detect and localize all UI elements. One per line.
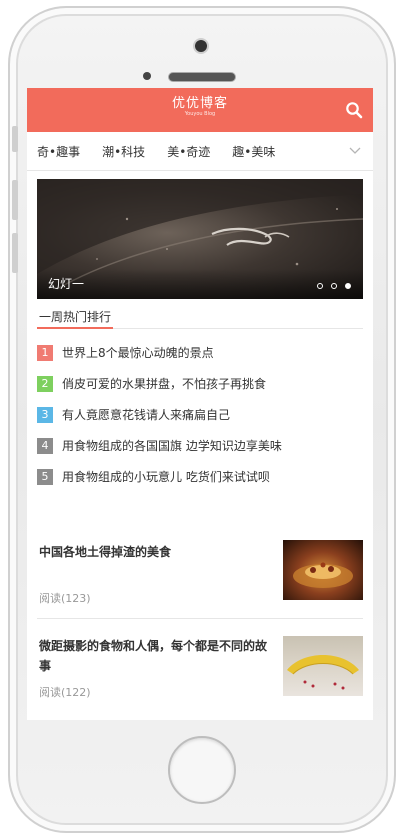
caption-overlay — [37, 269, 363, 299]
article-thumbnail[interactable] — [283, 540, 363, 600]
slide-caption: 幻灯一 — [48, 277, 85, 291]
rank-badge: 4 — [37, 437, 53, 454]
article-thumbnail[interactable] — [283, 636, 363, 696]
front-camera — [195, 40, 207, 52]
article-title[interactable]: 微距摄影的食物和人偶，每个都是不同的故事 — [39, 636, 269, 676]
chevron-down-icon[interactable] — [349, 144, 361, 156]
category-nav: 奇•趣事 潮•科技 美•奇迹 趣•美味 — [27, 132, 373, 171]
slider-dot[interactable] — [317, 283, 323, 289]
ranking-item[interactable]: 3 有人竟愿意花钱请人来痛扁自己 — [37, 399, 363, 430]
ranking-list: 1 世界上8个最惊心动魄的景点 2 俏皮可爱的水果拼盘，不怕孩子再挑食 3 有人… — [37, 337, 363, 492]
slider-dot-active[interactable] — [345, 283, 351, 289]
thumbnail-image — [287, 655, 359, 690]
app-screen: 优优博客 Youyou Blog 奇•趣事 潮•科技 美•奇迹 趣•美味 幻灯一… — [27, 88, 373, 720]
volume-up-button — [12, 180, 18, 220]
rank-badge: 3 — [37, 406, 53, 423]
search-icon[interactable] — [345, 101, 363, 119]
logo-subtitle: Youyou Blog — [184, 111, 216, 117]
rank-badge: 2 — [37, 375, 53, 392]
rank-badge: 5 — [37, 468, 53, 485]
blog-logo[interactable]: 优优博客 Youyou Blog — [27, 96, 373, 118]
ranking-item[interactable]: 4 用食物组成的各国国旗 边学知识边享美味 — [37, 430, 363, 461]
category-tab[interactable]: 奇•趣事 — [37, 143, 80, 160]
earpiece-speaker — [168, 72, 236, 82]
thumbnail-image — [293, 562, 353, 588]
top-bar: 优优博客 Youyou Blog — [27, 88, 373, 132]
category-tab[interactable]: 潮•科技 — [102, 143, 145, 160]
ranking-link[interactable]: 世界上8个最惊心动魄的景点 — [62, 344, 214, 361]
read-count: 阅读(123) — [39, 592, 91, 605]
mute-switch — [12, 126, 18, 152]
ranking-link[interactable]: 有人竟愿意花钱请人来痛扁自己 — [62, 406, 230, 423]
rank-badge: 1 — [37, 344, 53, 361]
ranking-item[interactable]: 2 俏皮可爱的水果拼盘，不怕孩子再挑食 — [37, 368, 363, 399]
section-header: 一周热门排行 — [37, 306, 363, 329]
hot-ranking: 一周热门排行 1 世界上8个最惊心动魄的景点 2 俏皮可爱的水果拼盘，不怕孩子再… — [37, 306, 363, 492]
ranking-item[interactable]: 1 世界上8个最惊心动魄的景点 — [37, 337, 363, 368]
slider-dots — [317, 283, 351, 289]
article-title[interactable]: 中国各地土得掉渣的美食 — [39, 542, 269, 562]
category-tab[interactable]: 趣•美味 — [232, 143, 275, 160]
article-card[interactable]: 中国各地土得掉渣的美食 阅读(123) — [37, 534, 363, 619]
volume-down-button — [12, 233, 18, 273]
home-button[interactable] — [168, 736, 236, 804]
ranking-link[interactable]: 用食物组成的小玩意儿 吃货们来试试呗 — [62, 468, 270, 485]
category-tab[interactable]: 美•奇迹 — [167, 143, 210, 160]
ranking-link[interactable]: 用食物组成的各国国旗 边学知识边享美味 — [62, 437, 282, 454]
section-title: 一周热门排行 — [37, 307, 114, 329]
proximity-sensor — [143, 72, 151, 80]
article-card[interactable]: 微距摄影的食物和人偶，每个都是不同的故事 阅读(122) — [37, 628, 363, 706]
image-slider[interactable]: 幻灯一 — [37, 179, 363, 299]
ranking-link[interactable]: 俏皮可爱的水果拼盘，不怕孩子再挑食 — [62, 375, 266, 392]
read-count: 阅读(122) — [39, 686, 91, 699]
logo-title: 优优博客 — [171, 96, 228, 111]
ranking-item[interactable]: 5 用食物组成的小玩意儿 吃货们来试试呗 — [37, 461, 363, 492]
slider-dot[interactable] — [331, 283, 337, 289]
